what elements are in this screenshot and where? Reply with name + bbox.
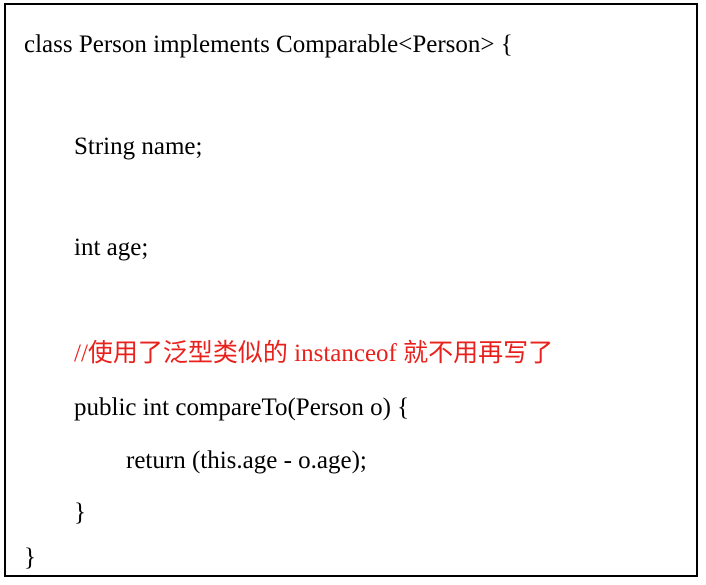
method-signature-line: public int compareTo(Person o) { xyxy=(74,394,410,421)
field-age-line: int age; xyxy=(74,234,149,261)
field-name-line: String name; xyxy=(74,133,203,160)
comment-line: //使用了泛型类似的 instanceof 就不用再写了 xyxy=(74,340,554,367)
method-closing-brace: } xyxy=(74,499,86,526)
class-declaration-line: class Person implements Comparable<Perso… xyxy=(24,31,513,58)
code-box: class Person implements Comparable<Perso… xyxy=(4,3,698,577)
return-statement-line: return (this.age - o.age); xyxy=(126,447,367,474)
class-closing-brace: } xyxy=(24,544,36,571)
